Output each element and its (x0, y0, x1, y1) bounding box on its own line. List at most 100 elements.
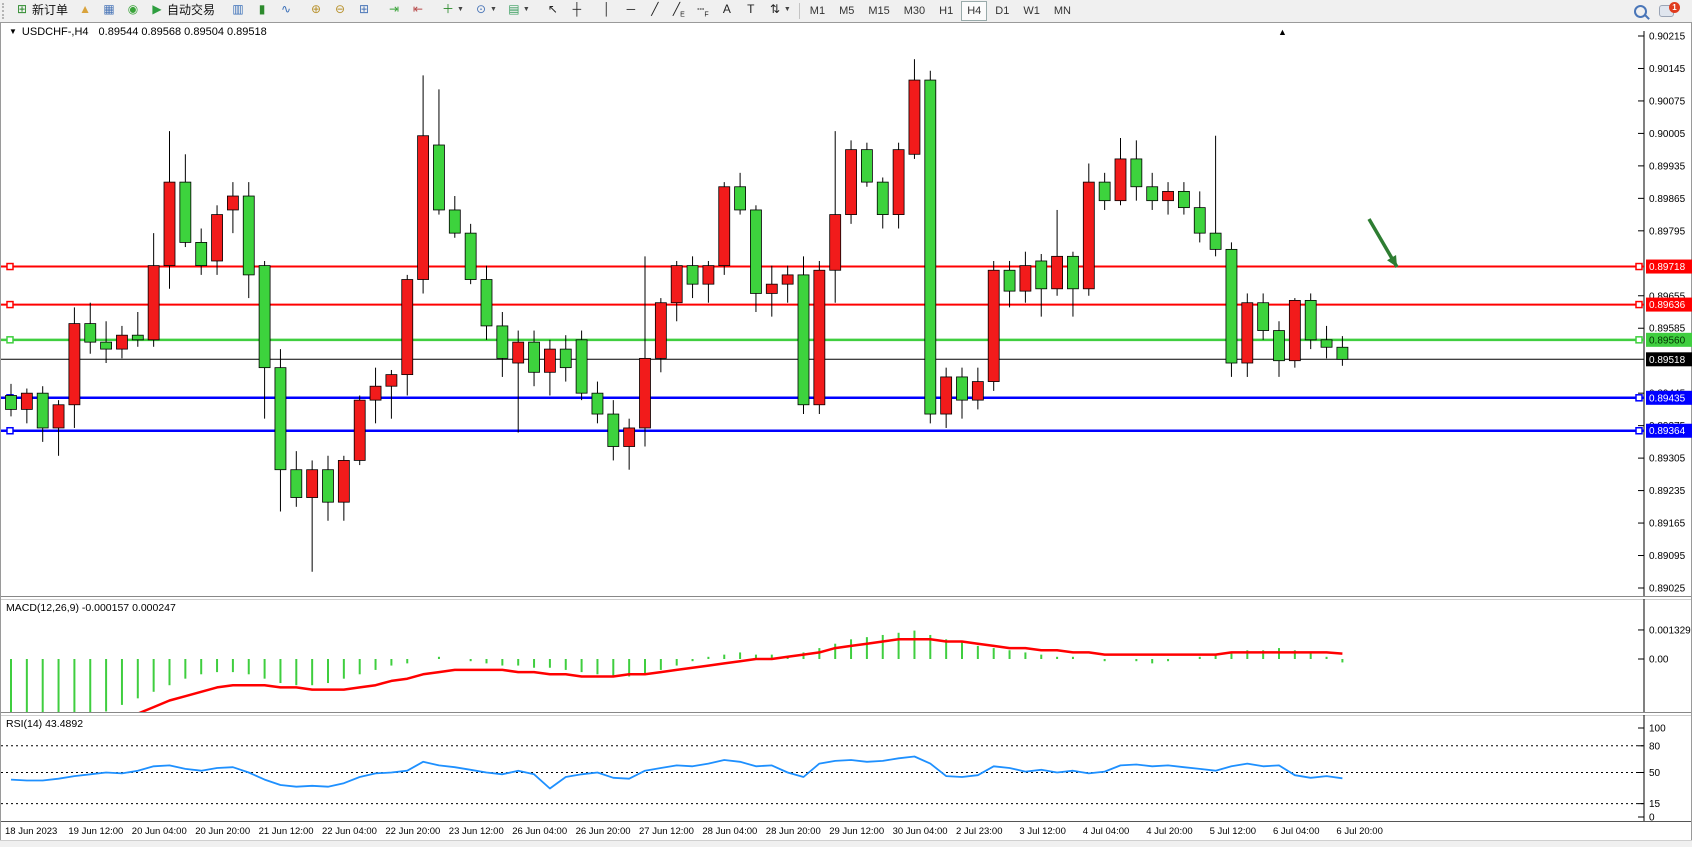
timeframe-d1-button[interactable]: D1 (989, 1, 1015, 21)
macd-pane[interactable]: 0.0013290.00-0.003384MACD(12,26,9) -0.00… (1, 599, 1692, 713)
bar-chart-button[interactable]: ▥ (227, 0, 249, 20)
price-axis-label: 0.89095 (1649, 551, 1686, 562)
candle (481, 280, 492, 326)
zoom-out-button[interactable]: ⊖ (329, 0, 351, 20)
bar-chart-icon: ▥ (231, 2, 245, 16)
svg-text:0.89560: 0.89560 (1649, 335, 1686, 346)
candlestick-icon: ▮ (255, 2, 269, 16)
candle (1305, 300, 1316, 339)
candle (861, 150, 872, 182)
timeframe-m5-button[interactable]: M5 (833, 1, 860, 21)
price-axis-label: 0.90145 (1649, 64, 1686, 75)
candle (782, 275, 793, 284)
search-button[interactable] (1628, 0, 1653, 22)
candle (671, 266, 682, 303)
profile-button[interactable]: ▲ (74, 0, 96, 20)
autotrade-icon: ▶ (150, 2, 164, 16)
crosshair-button[interactable]: ┼ (566, 0, 588, 20)
cursor-button[interactable]: ↖ (542, 0, 564, 20)
time-axis-label: 5 Jul 12:00 (1210, 826, 1256, 837)
line-chart-button[interactable]: ∿ (275, 0, 297, 20)
timeframe-w1-button[interactable]: W1 (1017, 1, 1046, 21)
candle (766, 284, 777, 293)
candle (212, 215, 223, 261)
candle (925, 80, 936, 414)
candle (1258, 303, 1269, 331)
candle (909, 80, 920, 154)
dropdown-caret-icon[interactable]: ▼ (784, 6, 791, 13)
timeframe-m30-button[interactable]: M30 (898, 1, 931, 21)
rsi-indicator-label: RSI(14) 43.4892 (6, 718, 83, 730)
candle (497, 326, 508, 358)
autotrade-button[interactable]: ▶自动交易 (146, 0, 219, 20)
fibonacci-button[interactable]: ┄F (692, 2, 714, 24)
svg-text:0.89435: 0.89435 (1649, 393, 1686, 404)
zoom-out-icon: ⊖ (333, 2, 347, 16)
trendline-button[interactable]: ╱ (644, 0, 666, 20)
crosshair-icon: ┼ (570, 2, 584, 16)
candle (1036, 261, 1047, 289)
candle (592, 393, 603, 414)
timeframe-h1-button[interactable]: H1 (933, 1, 959, 21)
horizontal-line-button[interactable]: ─ (620, 0, 642, 20)
dropdown-caret-icon[interactable]: ▼ (490, 6, 497, 13)
channel-icon: ╱E (672, 2, 686, 22)
chart-shift-button[interactable]: ⇤ (407, 0, 429, 20)
price-axis-label: 0.89795 (1649, 226, 1686, 237)
candle (243, 196, 254, 275)
candle (354, 400, 365, 460)
rsi-pane[interactable]: 1008050150RSI(14) 43.4892 (1, 715, 1692, 821)
candle (338, 460, 349, 502)
tile-windows-icon: ⊞ (357, 2, 371, 16)
price-chart-pane[interactable]: 0.902150.901450.900750.900050.899350.898… (1, 31, 1692, 597)
price-axis-label: 0.89025 (1649, 583, 1686, 594)
candle (1052, 256, 1063, 288)
rsi-axis-label: 50 (1649, 768, 1661, 779)
market-watch-button[interactable]: ▦ (98, 0, 120, 20)
candle (196, 242, 207, 265)
timeframe-mn-button[interactable]: MN (1048, 1, 1077, 21)
price-axis-label: 0.90005 (1649, 129, 1686, 140)
text-label-button[interactable]: T (740, 0, 762, 20)
dropdown-caret-icon[interactable]: ▼ (523, 6, 530, 13)
text-button[interactable]: A (716, 0, 738, 20)
candle (655, 303, 666, 359)
new-order-button[interactable]: ⊞新订单 (11, 0, 72, 20)
templates-button[interactable]: ▤▼ (503, 0, 534, 20)
price-axis-label: 0.89165 (1649, 519, 1686, 530)
candle (101, 342, 112, 349)
price-flag-0.89560: 0.89560 (1646, 333, 1692, 347)
time-axis-label: 3 Jul 12:00 (1019, 826, 1065, 837)
rsi-axis-label: 15 (1649, 799, 1661, 810)
candle (1004, 270, 1015, 291)
candle (608, 414, 619, 446)
arrows-button[interactable]: ⇅▼ (764, 0, 795, 20)
signals-button[interactable]: ◉ (122, 0, 144, 20)
dropdown-caret-icon[interactable]: ▼ (457, 6, 464, 13)
candle (85, 324, 96, 343)
indicators-button[interactable]: ＋▼ (437, 0, 468, 20)
candle (1210, 233, 1221, 249)
candle (275, 368, 286, 470)
candle (53, 405, 64, 428)
vertical-line-button[interactable]: │ (596, 0, 618, 20)
price-axis-label: 0.90075 (1649, 96, 1686, 107)
candle (148, 266, 159, 340)
timeframe-h4-button[interactable]: H4 (961, 1, 987, 21)
equidistant-channel-button[interactable]: ╱E (668, 2, 690, 24)
time-axis[interactable]: 18 Jun 202319 Jun 12:0020 Jun 04:0020 Ju… (1, 821, 1691, 841)
mt4-application: ⊞新订单▲▦◉▶自动交易▥▮∿⊕⊖⊞⇥⇤＋▼⊙▼▤▼↖┼│─╱╱E┄FAT⇅▼ … (0, 0, 1692, 847)
candle (6, 395, 17, 409)
auto-scroll-button[interactable]: ⇥ (383, 0, 405, 20)
toolbar-grip[interactable] (2, 3, 8, 19)
time-axis-label: 29 Jun 12:00 (829, 826, 884, 837)
trendline-icon: ╱ (648, 2, 662, 16)
candlesticks-button[interactable]: ▮ (251, 0, 273, 20)
notifications-button[interactable]: 1 (1655, 0, 1684, 22)
text-icon: A (720, 2, 734, 16)
timeframe-m1-button[interactable]: M1 (804, 1, 831, 21)
tile-windows-button[interactable]: ⊞ (353, 0, 375, 20)
zoom-in-button[interactable]: ⊕ (305, 0, 327, 20)
periods-button[interactable]: ⊙▼ (470, 0, 501, 20)
timeframe-m15-button[interactable]: M15 (862, 1, 895, 21)
